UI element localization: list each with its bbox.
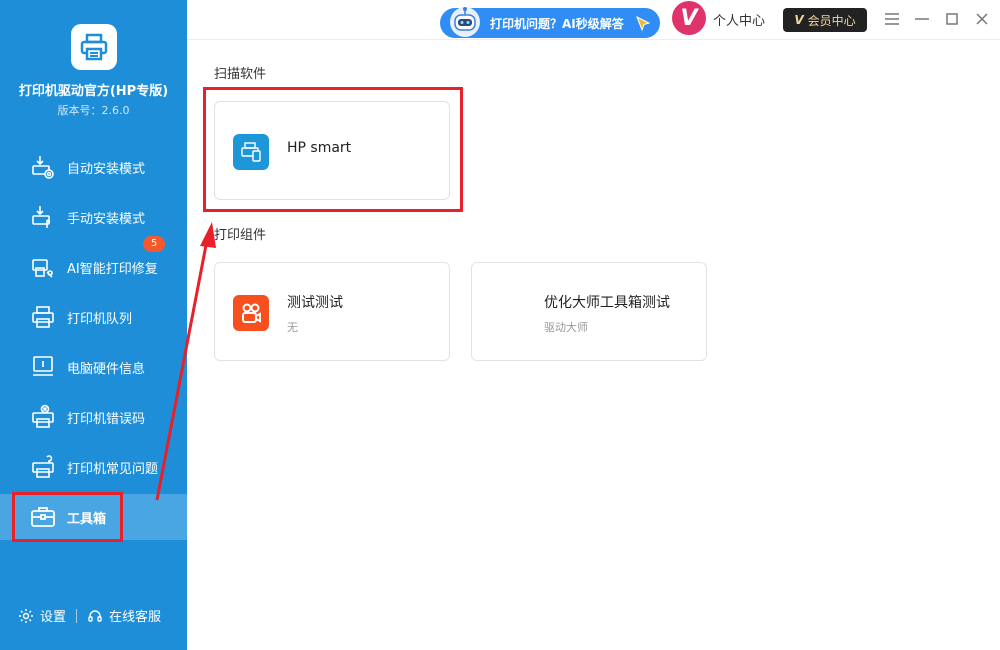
app-version: 版本号：2.6.0 <box>57 104 130 117</box>
card-test[interactable]: 测试测试 无 <box>214 262 450 361</box>
maximize-icon[interactable] <box>943 10 961 28</box>
minimize-icon[interactable] <box>913 10 931 28</box>
app-logo <box>71 24 117 70</box>
settings-link[interactable]: 设置 <box>40 606 66 625</box>
sidebar-footer: 设置 在线客服 <box>18 606 161 625</box>
nav-item-auto-install[interactable]: 自动安装模式 <box>0 144 187 190</box>
section-title-print: 打印组件 <box>214 228 267 243</box>
app-title: 打印机驱动官方(HP专版) <box>18 84 169 99</box>
hardware-info-icon <box>30 354 56 380</box>
nav-label: 打印机错误码 <box>67 411 146 427</box>
error-code-icon <box>30 404 56 430</box>
nav-item-manual-install[interactable]: 手动安装模式 <box>0 194 187 240</box>
nav-label: 手动安装模式 <box>67 211 146 227</box>
printer-queue-icon <box>30 304 56 330</box>
vip-v-icon: V <box>794 13 804 27</box>
menu-icon[interactable] <box>883 10 901 28</box>
printer-logo-icon <box>80 33 108 61</box>
robot-icon <box>450 7 480 37</box>
manual-install-icon <box>30 204 56 230</box>
nav-label: 打印机常见问题 <box>67 461 159 477</box>
ai-assistant-button[interactable]: 打印机问题？AI秒级解答 <box>440 7 660 38</box>
nav-label: 电脑硬件信息 <box>67 361 146 377</box>
top-divider <box>187 39 1000 40</box>
personal-center-link[interactable]: 个人中心 <box>713 10 765 29</box>
video-camera-icon <box>233 295 269 331</box>
faq-icon <box>30 454 56 480</box>
card-title: 优化大师工具箱测试 <box>544 295 670 311</box>
vip-center-button[interactable]: V 会员中心 <box>783 8 867 32</box>
close-icon[interactable] <box>973 10 991 28</box>
online-support-link[interactable]: 在线客服 <box>109 606 161 625</box>
vip-v-logo[interactable]: V <box>672 1 706 35</box>
nav-label: AI智能打印修复 <box>67 261 158 277</box>
ai-repair-icon <box>30 254 56 280</box>
ai-assistant-text: 打印机问题？AI秒级解答 <box>490 16 624 31</box>
nav-item-hardware-info[interactable]: 电脑硬件信息 <box>0 344 187 390</box>
auto-install-icon <box>30 154 56 180</box>
card-subtitle: 无 <box>287 321 298 334</box>
vip-center-label: 会员中心 <box>807 13 856 28</box>
nav-label: 自动安装模式 <box>67 161 146 177</box>
highlight-box-hp-smart <box>203 87 463 212</box>
notification-badge: 5 <box>143 236 165 252</box>
headset-icon <box>88 609 102 622</box>
cursor-icon <box>636 16 650 32</box>
nav-label: 打印机队列 <box>67 311 133 327</box>
divider <box>76 608 78 623</box>
nav-item-printer-queue[interactable]: 打印机队列 <box>0 294 187 340</box>
nav-item-error-code[interactable]: 打印机错误码 <box>0 394 187 440</box>
section-title-scan: 扫描软件 <box>214 67 267 82</box>
gear-icon <box>19 608 33 623</box>
card-optimizer-toolbox[interactable]: 优化大师工具箱测试 驱动大师 <box>471 262 707 361</box>
nav-item-faq[interactable]: 打印机常见问题 <box>0 444 187 490</box>
highlight-box-toolbox <box>12 492 123 542</box>
card-title: 测试测试 <box>287 295 343 311</box>
card-subtitle: 驱动大师 <box>544 321 588 334</box>
sidebar: 打印机驱动官方(HP专版) 版本号：2.6.0 自动安装模式 手动安装模式 AI… <box>0 0 187 650</box>
